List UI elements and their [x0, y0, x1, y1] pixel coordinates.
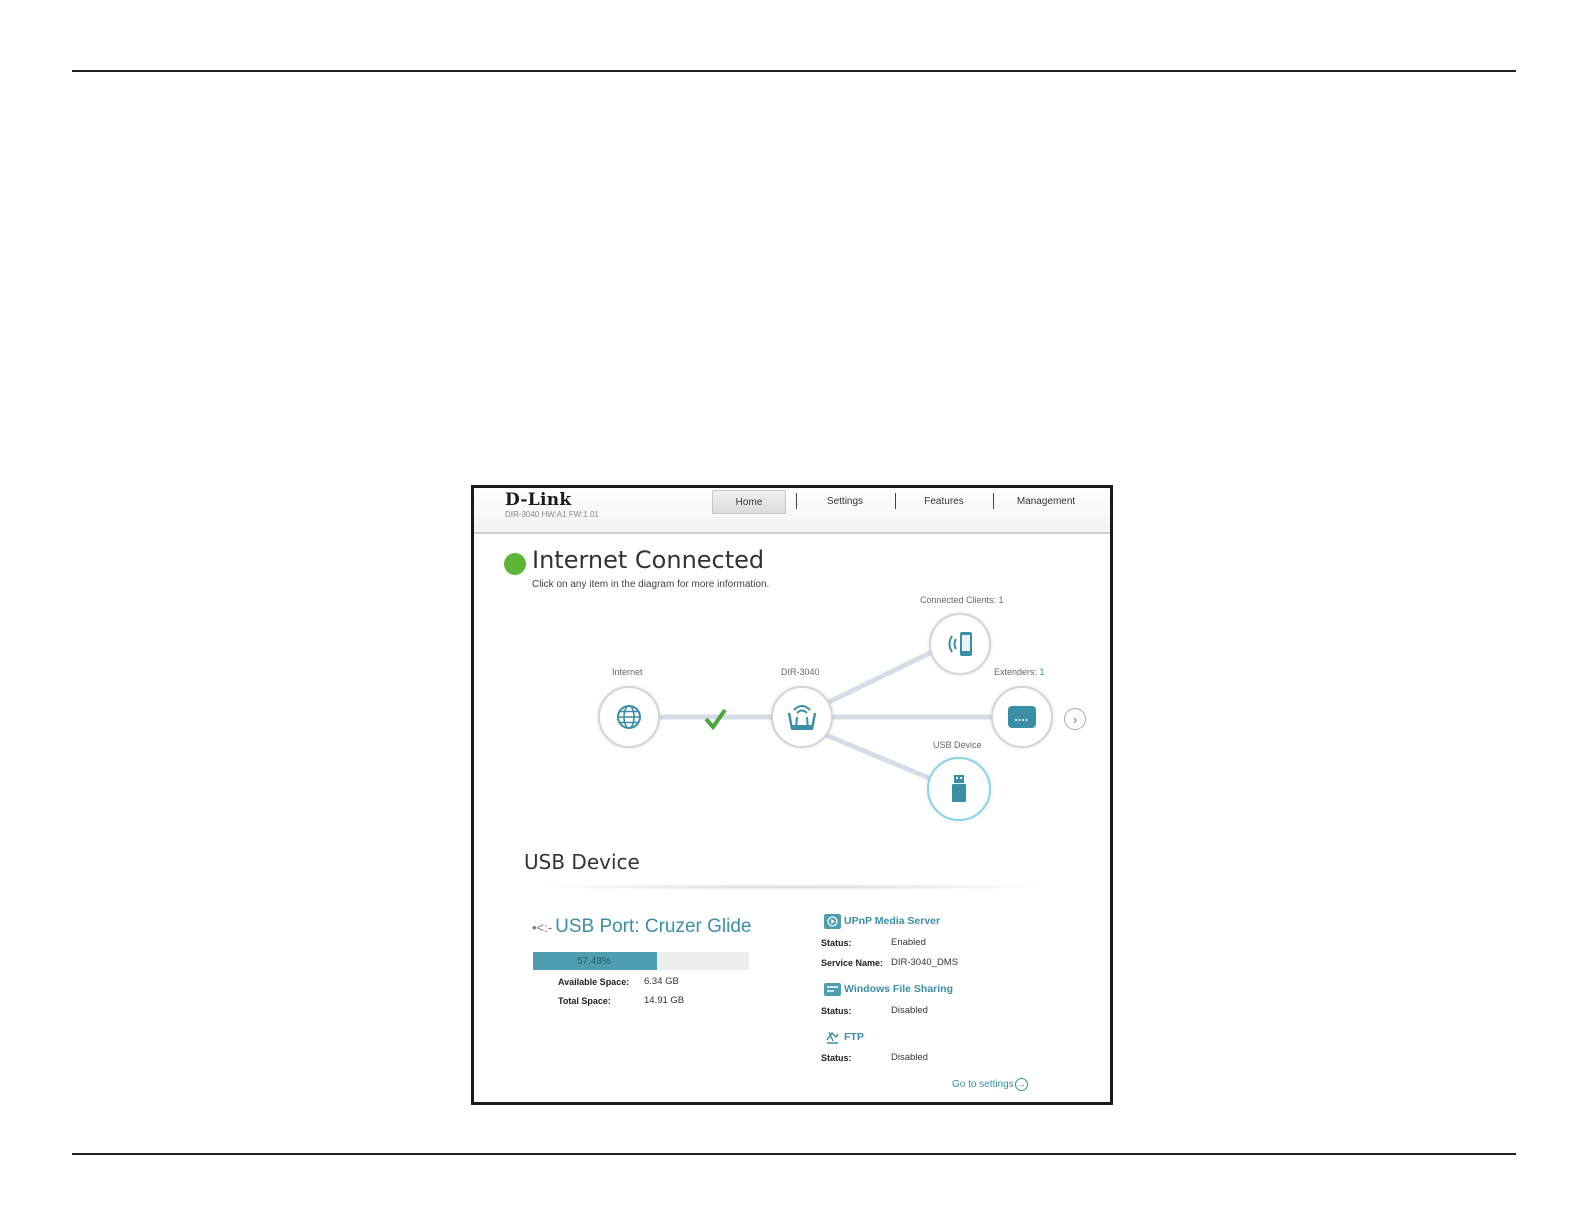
usb-device-label: USB Device	[933, 740, 982, 750]
windows-file-sharing-title: Windows File Sharing	[844, 983, 953, 995]
extenders-node[interactable]	[991, 686, 1053, 748]
smb-status-value: Disabled	[891, 1005, 928, 1016]
internet-label: Internet	[612, 667, 643, 677]
go-to-settings-text: Go to settings	[952, 1079, 1014, 1090]
available-space-label: Available Space:	[558, 977, 630, 987]
extenders-label: Extenders: 1	[994, 667, 1045, 677]
media-server-icon	[824, 914, 841, 929]
ftp-status-value: Disabled	[891, 1052, 928, 1063]
smb-status-label: Status:	[821, 1006, 852, 1016]
ftp-title: FTP	[844, 1031, 864, 1043]
total-space-label: Total Space:	[558, 996, 611, 1006]
bottom-rule	[72, 1153, 1516, 1155]
available-space-value: 6.34 GB	[644, 976, 679, 987]
clients-label: Connected Clients: 1	[920, 595, 1004, 605]
extenders-count: 1	[1039, 667, 1045, 677]
section-divider	[524, 884, 1060, 890]
globe-icon	[617, 705, 641, 729]
upnp-status-value: Enabled	[891, 937, 926, 948]
usage-percent: 57.48%	[577, 956, 611, 967]
upnp-service-name-value: DIR-3040_DMS	[891, 957, 959, 968]
extender-icon	[1008, 706, 1036, 728]
upnp-service-name-label: Service Name:	[821, 958, 884, 968]
usage-progress-bar: 57.48%	[533, 952, 749, 970]
upnp-title: UPnP Media Server	[844, 915, 941, 927]
usb-port-title: •<:- USB Port: Cruzer Glide	[532, 916, 752, 938]
upnp-status-label: Status:	[821, 938, 852, 948]
chevron-right-icon[interactable]: ›	[1064, 708, 1086, 730]
ftp-status-label: Status:	[821, 1053, 852, 1063]
mobile-wireless-icon	[948, 632, 972, 656]
router-ui-screenshot: D-Link DIR-3040 HW:A1 FW:1.01 Home Setti…	[471, 485, 1113, 1105]
usb-port-name: USB Port: Cruzer Glide	[555, 916, 752, 937]
usb-drive-icon	[952, 775, 966, 802]
internet-node[interactable]	[598, 686, 660, 748]
section-title: USB Device	[524, 850, 640, 874]
router-label: DIR-3040	[781, 667, 820, 677]
clients-link	[827, 648, 936, 705]
router-node[interactable]	[771, 686, 833, 748]
go-to-settings-link[interactable]: Go to settings →	[952, 1078, 1028, 1091]
usb-symbol-icon: •<:-	[532, 920, 553, 935]
connected-clients-node[interactable]	[929, 613, 991, 675]
arrow-right-icon: →	[1014, 1078, 1028, 1091]
file-sharing-icon	[824, 983, 841, 996]
usb-device-node[interactable]	[927, 757, 991, 821]
total-space-value: 14.91 GB	[644, 995, 685, 1006]
router-icon	[787, 705, 817, 730]
top-rule	[72, 70, 1516, 72]
usb-link	[825, 732, 930, 781]
extenders-label-text: Extenders:	[994, 667, 1038, 677]
ftp-icon	[826, 1031, 839, 1044]
